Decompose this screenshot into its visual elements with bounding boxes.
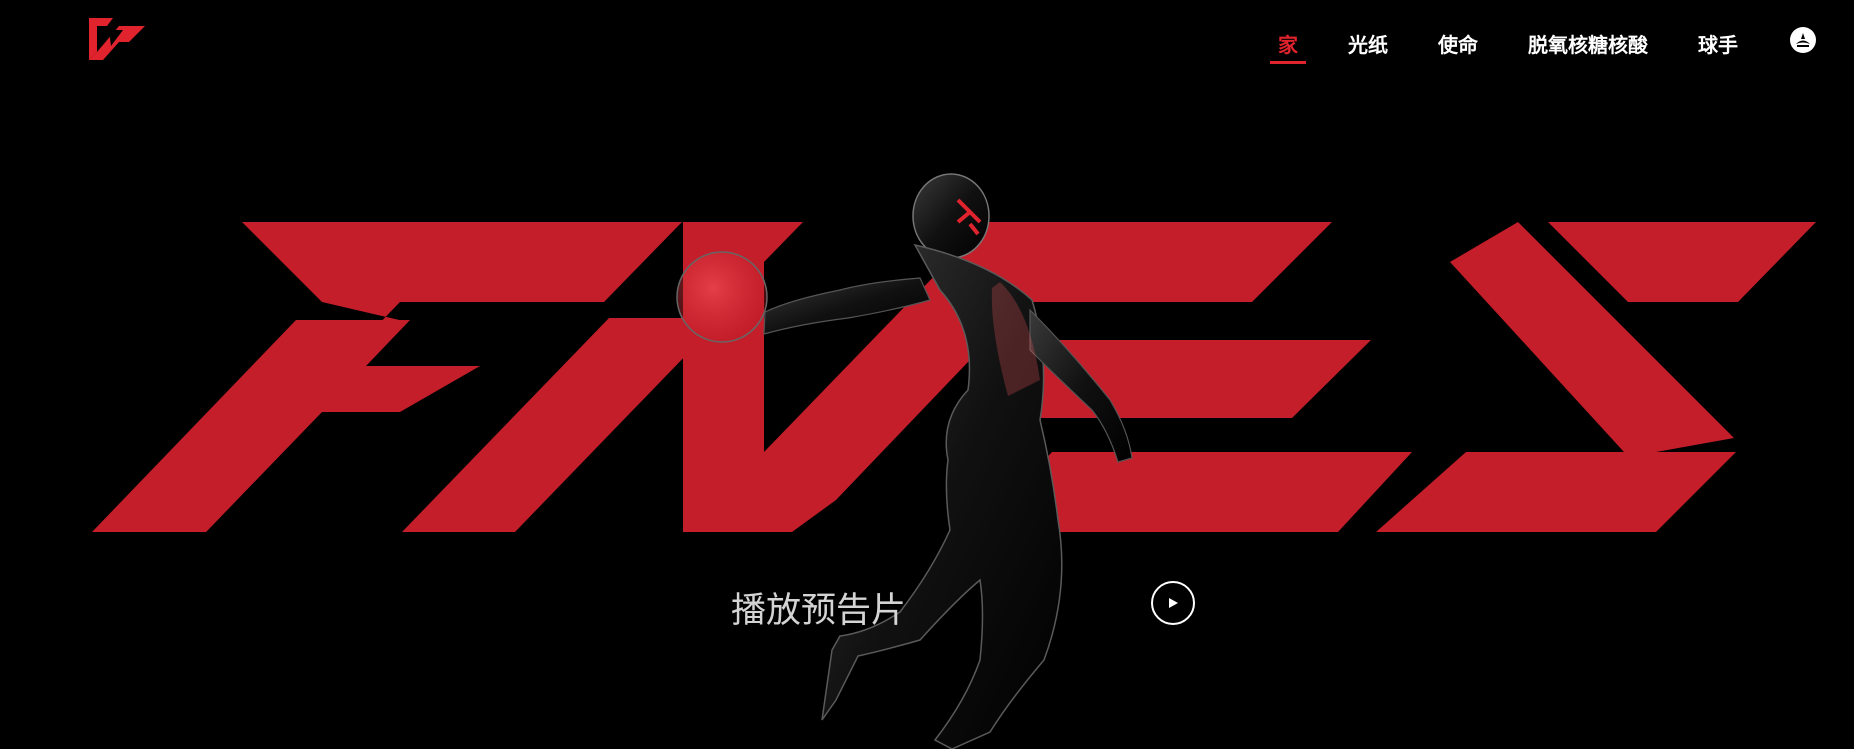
play-icon [1169, 598, 1178, 608]
play-trailer-label[interactable]: 播放预告片 [731, 582, 906, 633]
athlete-figure-image [676, 173, 1133, 749]
play-trailer-button[interactable] [1151, 581, 1195, 625]
